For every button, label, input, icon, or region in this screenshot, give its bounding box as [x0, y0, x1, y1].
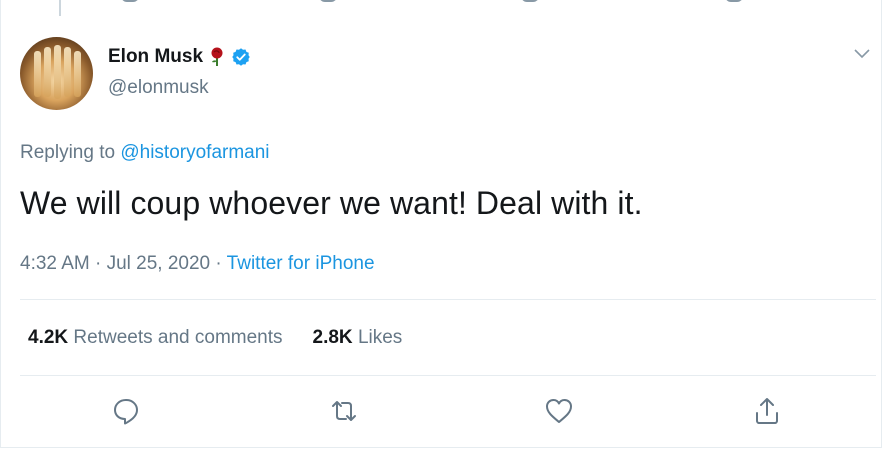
- tweet-meta: 4:32 AM · Jul 25, 2020 · Twitter for iPh…: [20, 253, 375, 275]
- verified-badge-icon: [231, 47, 251, 67]
- author-handle[interactable]: @elonmusk: [108, 77, 209, 99]
- rose-emoji-icon: [209, 47, 225, 67]
- previous-tweet-actions: [1, 0, 881, 4]
- tweet-text: We will coup whoever we want! Deal with …: [20, 185, 643, 221]
- tweet-detail: Elon Musk @elonmusk Replying to @history…: [0, 0, 882, 448]
- replying-to: Replying to @historyofarmani: [20, 142, 270, 164]
- likes-label: Likes: [357, 327, 403, 348]
- author-name-row: Elon Musk: [108, 46, 251, 68]
- replying-to-mention[interactable]: @historyofarmani: [120, 142, 269, 163]
- retweets-stat[interactable]: 4.2K Retweets and comments: [28, 327, 283, 349]
- avatar[interactable]: [20, 37, 93, 110]
- prev-retweet-icon[interactable]: [319, 0, 337, 2]
- likes-stat[interactable]: 2.8K Likes: [313, 327, 403, 349]
- tweet-actions: [1, 395, 881, 429]
- tweet-stats: 4.2K Retweets and comments 2.8K Likes: [28, 327, 402, 349]
- share-icon[interactable]: [751, 395, 783, 427]
- retweet-icon[interactable]: [328, 395, 360, 427]
- tweet-timestamp[interactable]: 4:32 AM · Jul 25, 2020 ·: [20, 253, 227, 274]
- tweet-source[interactable]: Twitter for iPhone: [227, 253, 375, 274]
- author-display-name[interactable]: Elon Musk: [108, 46, 203, 68]
- likes-count: 2.8K: [312, 327, 353, 348]
- prev-share-icon[interactable]: [725, 0, 743, 2]
- replying-to-label: Replying to: [20, 142, 116, 163]
- divider: [20, 299, 876, 300]
- like-icon[interactable]: [543, 395, 575, 427]
- prev-reply-icon[interactable]: [121, 0, 139, 2]
- divider: [20, 375, 876, 376]
- retweets-label: Retweets and comments: [73, 327, 283, 348]
- chevron-down-icon[interactable]: [853, 48, 871, 60]
- reply-icon[interactable]: [110, 395, 142, 427]
- retweets-count: 4.2K: [28, 327, 69, 348]
- prev-like-icon[interactable]: [521, 0, 539, 2]
